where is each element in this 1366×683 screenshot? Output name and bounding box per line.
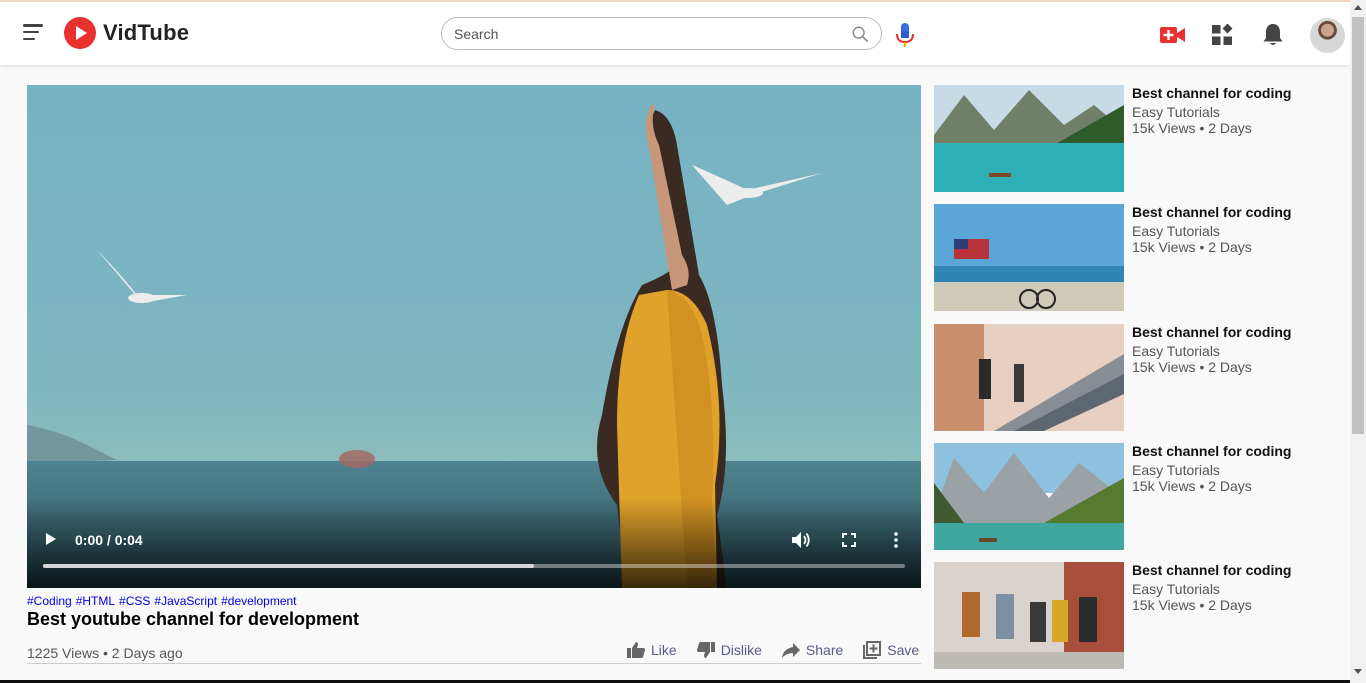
volume-icon[interactable] xyxy=(791,531,811,549)
sidebar-item-title: Best channel for coding xyxy=(1132,562,1292,578)
time-display: 0:00 / 0:04 xyxy=(75,532,143,548)
save-playlist-icon xyxy=(863,641,882,659)
top-navbar: VidTube xyxy=(0,2,1350,65)
tag-link[interactable]: #HTML xyxy=(76,594,115,608)
dislike-label: Dislike xyxy=(720,642,762,658)
sidebar-video-item[interactable]: Best channel for coding Easy Tutorials 1… xyxy=(934,204,1334,311)
controls-overlay xyxy=(27,498,921,588)
play-icon[interactable] xyxy=(46,533,56,545)
apps-icon[interactable] xyxy=(1211,24,1233,46)
video-thumbnail xyxy=(934,443,1124,550)
mic-icon[interactable] xyxy=(894,22,916,48)
sidebar-item-meta: 15k Views • 2 Days xyxy=(1132,359,1252,375)
more-vertical-icon[interactable] xyxy=(894,532,898,548)
like-label: Like xyxy=(651,642,677,658)
scroll-thumb[interactable] xyxy=(1352,17,1364,434)
video-thumbnail xyxy=(934,204,1124,311)
sidebar-item-title: Best channel for coding xyxy=(1132,204,1292,220)
sidebar-item-info: Best channel for coding Easy Tutorials 1… xyxy=(1132,204,1291,255)
search-icon[interactable] xyxy=(851,25,869,43)
sidebar-item-info: Best channel for coding Easy Tutorials 1… xyxy=(1132,562,1291,613)
sidebar-item-title: Best channel for coding xyxy=(1132,85,1292,101)
sidebar-item-title: Best channel for coding xyxy=(1132,443,1292,459)
sidebar-video-item[interactable]: Best channel for coding Easy Tutorials 1… xyxy=(934,324,1334,431)
upload-video-icon[interactable] xyxy=(1159,24,1186,46)
sidebar-item-channel: Easy Tutorials xyxy=(1132,104,1220,120)
sidebar-item-meta: 15k Views • 2 Days xyxy=(1132,478,1252,494)
video-thumbnail xyxy=(934,324,1124,431)
save-button[interactable]: Save xyxy=(862,641,919,659)
scrollbar[interactable] xyxy=(1350,0,1366,683)
sidebar-item-channel: Easy Tutorials xyxy=(1132,343,1220,359)
sidebar-item-info: Best channel for coding Easy Tutorials 1… xyxy=(1132,85,1291,136)
share-button[interactable]: Share xyxy=(781,641,843,659)
video-thumbnail xyxy=(934,562,1124,669)
sidebar-item-meta: 15k Views • 2 Days xyxy=(1132,239,1252,255)
tag-link[interactable]: #Coding xyxy=(27,594,72,608)
save-label: Save xyxy=(887,642,920,658)
search-input[interactable] xyxy=(454,25,851,42)
tag-link[interactable]: #JavaScript xyxy=(154,594,217,608)
menu-icon[interactable] xyxy=(23,24,45,42)
scroll-up-arrow-icon[interactable] xyxy=(1354,5,1362,10)
like-button[interactable]: Like xyxy=(626,641,677,659)
logo-text: VidTube xyxy=(103,20,190,45)
sidebar-video-item[interactable]: Best channel for coding Easy Tutorials 1… xyxy=(934,562,1334,669)
sidebar-item-meta: 15k Views • 2 Days xyxy=(1132,120,1252,136)
progress-bar[interactable] xyxy=(43,564,905,568)
bell-icon[interactable] xyxy=(1262,23,1284,47)
search-box xyxy=(441,17,882,50)
video-stats: 1225 Views • 2 Days ago xyxy=(27,645,183,661)
share-icon xyxy=(781,643,800,658)
thumbs-down-icon xyxy=(696,642,715,658)
sidebar-item-channel: Easy Tutorials xyxy=(1132,223,1220,239)
sidebar-item-info: Best channel for coding Easy Tutorials 1… xyxy=(1132,324,1291,375)
scroll-down-arrow-icon[interactable] xyxy=(1354,669,1362,674)
sidebar-video-item[interactable]: Best channel for coding Easy Tutorials 1… xyxy=(934,443,1334,550)
video-actions: Like Dislike Share Save xyxy=(626,641,919,659)
sidebar-item-channel: Easy Tutorials xyxy=(1132,462,1220,478)
thumbs-up-icon xyxy=(627,642,645,658)
video-thumbnail xyxy=(934,85,1124,192)
sidebar-item-meta: 15k Views • 2 Days xyxy=(1132,597,1252,613)
video-tags: #Coding #HTML #CSS #JavaScript #development xyxy=(27,594,301,608)
sidebar-item-title: Best channel for coding xyxy=(1132,324,1292,340)
logo-play-icon xyxy=(64,17,96,49)
fullscreen-icon[interactable] xyxy=(842,533,856,547)
sidebar-item-info: Best channel for coding Easy Tutorials 1… xyxy=(1132,443,1291,494)
tag-link[interactable]: #development xyxy=(221,594,296,608)
video-player[interactable]: 0:00 / 0:04 xyxy=(27,85,921,588)
sidebar-video-item[interactable]: Best channel for coding Easy Tutorials 1… xyxy=(934,85,1334,192)
tag-link[interactable]: #CSS xyxy=(119,594,150,608)
logo[interactable]: VidTube xyxy=(64,17,189,49)
avatar[interactable] xyxy=(1310,18,1345,53)
video-title: Best youtube channel for development xyxy=(27,609,360,629)
share-label: Share xyxy=(805,642,844,658)
progress-fill xyxy=(43,564,535,568)
divider xyxy=(27,663,921,664)
dislike-button[interactable]: Dislike xyxy=(696,641,762,659)
sidebar-item-channel: Easy Tutorials xyxy=(1132,581,1220,597)
